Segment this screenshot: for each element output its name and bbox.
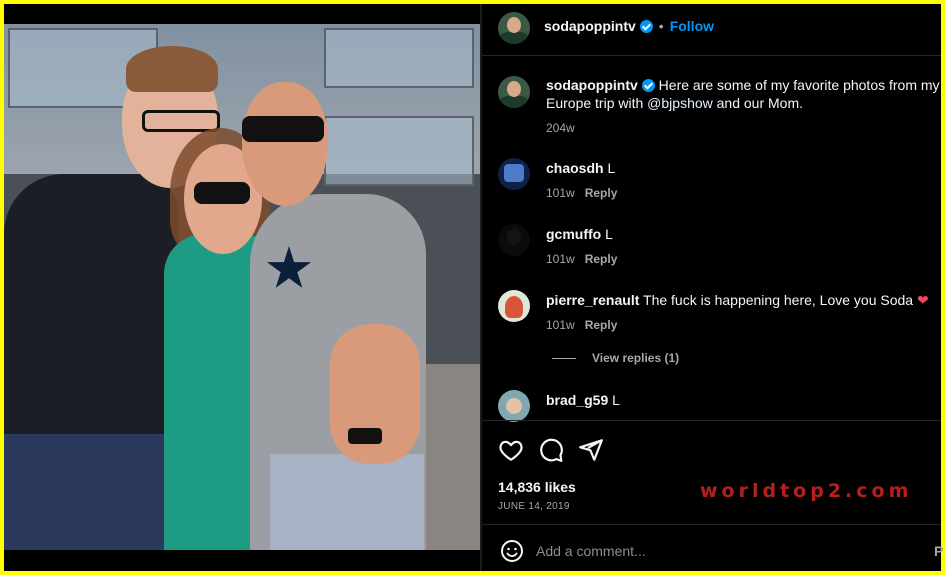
avatar[interactable] xyxy=(498,290,530,322)
replies-line xyxy=(552,358,576,360)
likes-count[interactable]: 14,836 likes xyxy=(498,479,576,495)
photo-window xyxy=(324,28,474,88)
avatar[interactable] xyxy=(498,390,530,422)
comment-username[interactable]: brad_g59 xyxy=(546,392,608,408)
heart-emoji-icon: ❤ xyxy=(916,292,929,308)
caption-time: 204w xyxy=(546,121,575,135)
comment-text: gcmuffo L xyxy=(546,225,941,243)
comment-time: 101w xyxy=(546,252,575,266)
person-right-sunglasses xyxy=(242,116,324,142)
avatar[interactable] xyxy=(498,158,530,190)
mention-link[interactable]: @bjpshow xyxy=(647,95,713,111)
comment-icon[interactable] xyxy=(538,437,564,463)
person-left-jeans xyxy=(4,434,174,550)
comment-meta: 101w Reply xyxy=(546,318,617,332)
comment-body: L xyxy=(612,392,620,408)
separator: • xyxy=(658,18,664,34)
reply-button[interactable]: Reply xyxy=(585,186,618,200)
avatar[interactable] xyxy=(498,12,530,44)
post-button[interactable]: P xyxy=(934,543,943,559)
person-right-watch xyxy=(348,428,382,444)
comment-body: L xyxy=(607,160,616,176)
verified-icon xyxy=(641,79,655,92)
comment-input[interactable]: Add a comment... xyxy=(536,543,646,559)
comment-body: The fuck is happening here, Love you Sod… xyxy=(643,292,914,308)
comment-text: chaosdh L xyxy=(546,159,941,177)
person-right-head xyxy=(242,82,328,206)
comment-username[interactable]: gcmuffo xyxy=(546,226,601,242)
watermark: worldtop2.com xyxy=(700,480,913,502)
add-comment-bar: Add a comment... P xyxy=(482,524,943,571)
comment-meta: 101w Reply xyxy=(546,252,617,266)
caption-body-end: and our Mom. xyxy=(712,95,804,111)
post-actions: 14,836 likes JUNE 14, 2019 worldtop2.com xyxy=(482,420,941,520)
header-user-line: sodapoppintv • Follow xyxy=(544,18,714,36)
comment-text: brad_g59 L xyxy=(546,391,941,409)
comment-username[interactable]: chaosdh xyxy=(546,160,604,176)
post-photo[interactable] xyxy=(4,24,480,550)
caption-username[interactable]: sodapoppintv xyxy=(546,77,638,93)
person-right-pants xyxy=(270,454,424,550)
comment-text: pierre_renault The fuck is happening her… xyxy=(546,291,941,309)
emoji-icon[interactable] xyxy=(500,539,524,563)
header-username[interactable]: sodapoppintv xyxy=(544,18,636,34)
post-frame: sodapoppintv • Follow sodapoppintv Here ar… xyxy=(4,4,943,571)
comment-username[interactable]: pierre_renault xyxy=(546,292,639,308)
like-icon[interactable] xyxy=(498,437,524,463)
post-side-panel: sodapoppintv • Follow sodapoppintv Here ar… xyxy=(482,4,943,571)
post-date: JUNE 14, 2019 xyxy=(498,501,570,512)
person-left-hair xyxy=(126,46,218,92)
photo-window xyxy=(324,116,474,186)
reply-button[interactable]: Reply xyxy=(585,318,618,332)
comment-time: 101w xyxy=(546,318,575,332)
caption-text: sodapoppintv Here are some of my favorit… xyxy=(546,76,941,112)
comment-time: 101w xyxy=(546,186,575,200)
avatar[interactable] xyxy=(498,224,530,256)
view-replies-button[interactable]: View replies (1) xyxy=(552,351,679,365)
post-header: sodapoppintv • Follow xyxy=(482,4,941,56)
reply-button[interactable]: Reply xyxy=(585,252,618,266)
comment-body: L xyxy=(605,226,613,242)
person-middle-sunglasses xyxy=(194,182,250,204)
avatar[interactable] xyxy=(498,76,530,108)
view-replies-label: View replies (1) xyxy=(592,351,680,365)
follow-button[interactable]: Follow xyxy=(670,18,714,34)
share-icon[interactable] xyxy=(578,437,604,463)
comment-meta: 101w Reply xyxy=(546,186,617,200)
verified-icon xyxy=(639,20,653,33)
